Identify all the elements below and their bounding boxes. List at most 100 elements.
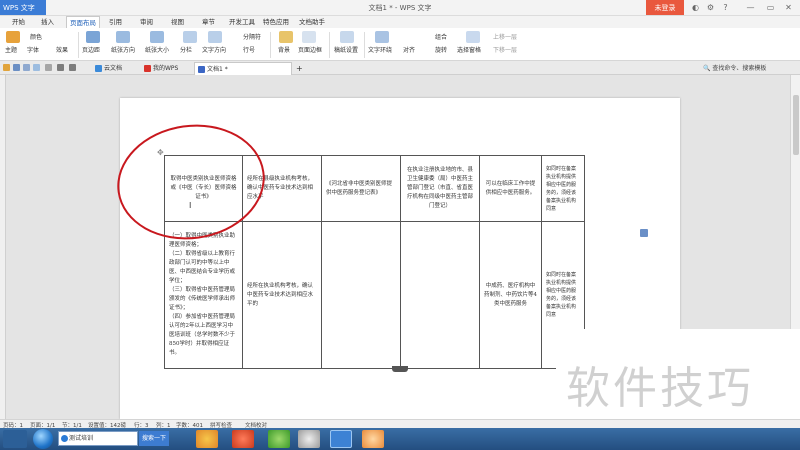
qualification-line: （三）取得省中医药管理局颁发的《传统医学师承出师证书》； (169, 287, 236, 311)
rotate-button[interactable]: 旋转 (435, 45, 447, 54)
help-icon[interactable]: ? (720, 2, 731, 13)
maximize-icon[interactable]: ▭ (765, 2, 776, 13)
orientation-button[interactable]: 纸张方向 (111, 45, 135, 54)
settings-icon[interactable]: ⚙ (705, 2, 716, 13)
table-cell[interactable]: 如同时在备案执业机构提供相应中医药服务的，须经该备案执业机构同意 (541, 155, 585, 222)
table-cell[interactable]: 《河北省非中医类别医师提供中医药服务登记表》 (321, 155, 401, 222)
ribbon-divider (364, 32, 365, 58)
table-cell[interactable] (321, 221, 401, 369)
qualification-line: （二）取得省级以上教育行政部门认可的中等以上中医、中西医结合专业学历或学位； (169, 251, 236, 284)
text-wrap-button[interactable]: 文字环绕 (368, 45, 392, 54)
text-cursor-icon: I (189, 201, 192, 210)
command-search-label: 查找命令、搜索模板 (712, 65, 767, 72)
tab-review[interactable]: 审阅 (137, 16, 156, 28)
ribbon-divider (329, 32, 330, 58)
margins-button[interactable]: 页边距 (82, 45, 100, 54)
doc-tab-cloud[interactable]: 云文档 (92, 62, 136, 75)
line-numbers-button[interactable]: 行号 (243, 45, 255, 54)
table-cell[interactable]: 在执业注册执业地的市、县卫生健康委（局）中医药主管部门登记（市直、省直医疗机构在… (400, 155, 480, 222)
document-icon (198, 66, 205, 73)
open-icon[interactable] (3, 64, 10, 71)
redo-icon[interactable] (69, 64, 76, 71)
skin-icon[interactable]: ◐ (690, 2, 701, 13)
bring-forward-button[interactable]: 上移一层 (493, 32, 517, 41)
table-cell[interactable]: 经所在执业机构考核，确认中医药专业技术达到相应水平的 (242, 221, 322, 369)
theme-icon (6, 31, 20, 43)
table-cell[interactable] (400, 221, 480, 369)
fonts-button[interactable]: 字体 (27, 45, 39, 54)
taskbar-start-area[interactable] (3, 430, 27, 448)
app-green-icon[interactable] (268, 430, 290, 448)
tab-features[interactable]: 特色应用 (260, 16, 292, 28)
app-wps-writer-icon[interactable] (330, 430, 352, 448)
ribbon-toolbar: 主题 颜色 字体 效果 页边距 纸张方向 纸张大小 分栏 文字方向 分隔符 行号… (0, 28, 800, 61)
tab-doc-assistant[interactable]: 文档助手 (296, 16, 328, 28)
tab-view[interactable]: 视图 (168, 16, 187, 28)
ie-icon (61, 435, 68, 442)
doc-tab-document1[interactable]: 文档1 * (194, 62, 292, 75)
table-cell[interactable]: （一）取得中医类别执业助理医师资格； （二）取得省级以上教育行政部门认可的中等以… (164, 221, 243, 369)
app-red-icon[interactable] (232, 430, 254, 448)
command-search[interactable]: 🔍 查找命令、搜索模板 (703, 63, 766, 72)
page-border-button[interactable]: 页面边框 (298, 45, 322, 54)
breaks-button[interactable]: 分隔符 (243, 32, 261, 41)
text-direction-button[interactable]: 文字方向 (202, 45, 226, 54)
tab-references[interactable]: 引用 (106, 16, 125, 28)
tab-home[interactable]: 开始 (9, 16, 28, 28)
draft-setting-icon (340, 31, 354, 43)
table-resize-handle-icon[interactable] (392, 366, 408, 372)
doc-tab-my-wps[interactable]: 我的WPS (141, 62, 191, 75)
app-gray-icon[interactable] (298, 430, 320, 448)
print-icon[interactable] (23, 64, 30, 71)
save-icon[interactable] (13, 64, 20, 71)
tab-chapter[interactable]: 章节 (199, 16, 218, 28)
table-cell[interactable]: 可以在临床工作中提供相应中医药服务。 (479, 155, 542, 222)
columns-button[interactable]: 分栏 (180, 45, 192, 54)
effects-button[interactable]: 效果 (56, 45, 68, 54)
taskbar-search-button[interactable]: 搜索一下 (139, 431, 169, 446)
ribbon-divider (78, 32, 79, 58)
taskbar-search-input[interactable]: 测试培训 (58, 431, 138, 446)
selection-pane-button[interactable]: 选择窗格 (457, 45, 481, 54)
wps-icon (144, 65, 151, 72)
minimize-icon[interactable]: — (745, 2, 756, 13)
new-tab-button[interactable]: + (293, 62, 303, 75)
background-button[interactable]: 背景 (278, 45, 290, 54)
format-painter-icon[interactable] (45, 64, 52, 71)
scrollbar-thumb[interactable] (793, 95, 799, 155)
windows-start-icon[interactable] (33, 429, 53, 449)
app-orange-icon[interactable] (362, 430, 384, 448)
size-button[interactable]: 纸张大小 (145, 45, 169, 54)
colors-button[interactable]: 颜色 (30, 32, 42, 41)
status-bar: 页码：1 页面：1/1 节：1/1 设置值：142磅 行：3 列：1 字数：40… (0, 419, 800, 429)
tab-developer[interactable]: 开发工具 (226, 16, 258, 28)
menu-bar: 开始 插入 页面布局 引用 审阅 视图 章节 开发工具 特色应用 文档助手 (0, 16, 800, 28)
title-bar: WPS 文字 文档1 * - WPS 文字 未登录 ◐ ⚙ ? — ▭ ✕ (0, 0, 800, 16)
close-icon[interactable]: ✕ (783, 2, 794, 13)
tab-page-layout[interactable]: 页面布局 (66, 16, 100, 28)
login-button[interactable]: 未登录 (646, 0, 684, 15)
tab-insert[interactable]: 插入 (38, 16, 57, 28)
orientation-icon (116, 31, 130, 43)
align-button[interactable]: 对齐 (403, 45, 415, 54)
table-layout-icon[interactable] (640, 229, 648, 237)
page-border-icon (302, 31, 316, 43)
ribbon-divider (270, 32, 271, 58)
theme-button[interactable]: 主题 (5, 45, 17, 54)
margins-icon (86, 31, 100, 43)
document-tab-row: 云文档 我的WPS 文档1 * + 🔍 查找命令、搜索模板 (0, 61, 800, 75)
os-taskbar: 测试培训 搜索一下 (0, 428, 800, 450)
group-button[interactable]: 组合 (435, 32, 447, 41)
undo-icon[interactable] (57, 64, 64, 71)
table-cell[interactable]: 中成药、医疗机构中药制剂、中药饮片等4类中医药服务 (479, 221, 542, 369)
doc-tab-label: 我的WPS (153, 65, 179, 72)
send-backward-button[interactable]: 下移一层 (493, 45, 517, 54)
app-chrome-icon[interactable] (196, 430, 218, 448)
text-direction-icon (208, 31, 222, 43)
text-wrap-icon (375, 31, 389, 43)
background-icon (279, 31, 293, 43)
preview-icon[interactable] (33, 64, 40, 71)
columns-icon (183, 31, 197, 43)
search-icon: 🔍 (703, 65, 711, 72)
draft-setting-button[interactable]: 稿纸设置 (334, 45, 358, 54)
